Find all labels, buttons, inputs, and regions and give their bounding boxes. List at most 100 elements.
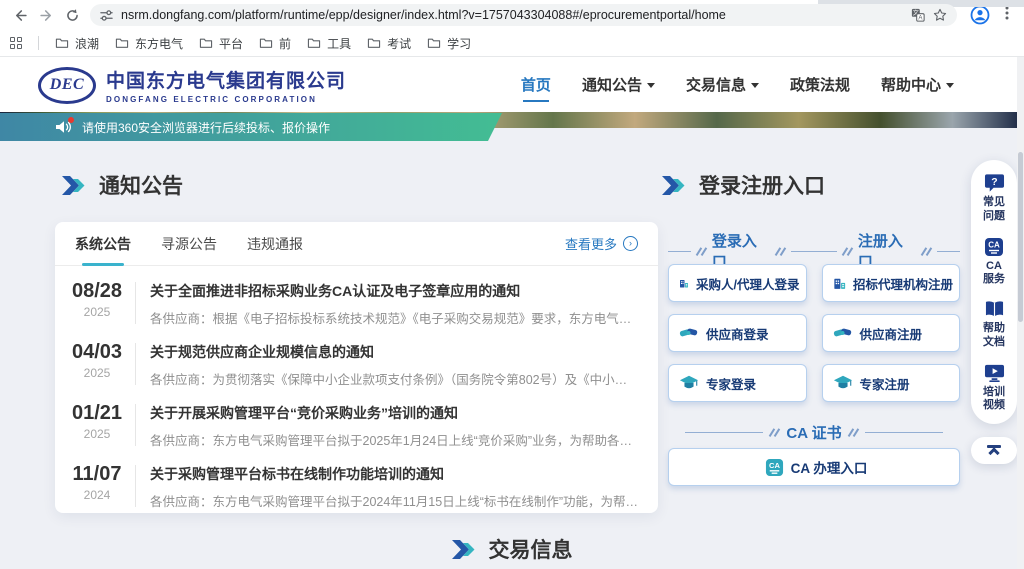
bookmark-folder-kaoshi[interactable]: 考试 <box>367 35 411 52</box>
dec-logo-icon: DEC <box>38 67 96 104</box>
notices-card: 系统公告 寻源公告 违规通报 查看更多 › 08/28 2025 关于全面推进非… <box>55 222 658 513</box>
folder-icon <box>367 37 381 49</box>
tab-system-notices[interactable]: 系统公告 <box>75 222 131 266</box>
apps-grid-icon[interactable] <box>10 37 22 49</box>
arrow-icon <box>62 176 86 195</box>
bookmark-folder-dongfang[interactable]: 东方电气 <box>115 35 183 52</box>
svg-text:CA: CA <box>988 240 1000 249</box>
bidding-agency-register-button[interactable]: 招标代理机构注册 <box>822 264 961 302</box>
notice-date: 04/03 2025 <box>69 341 125 380</box>
folder-icon <box>199 37 213 49</box>
book-icon <box>984 300 1005 319</box>
bookmarks-divider <box>38 36 39 50</box>
notice-date: 01/21 2025 <box>69 402 125 441</box>
nav-item-trade-info[interactable]: 交易信息 <box>686 57 759 112</box>
notice-date: 11/07 2024 <box>69 463 125 502</box>
list-item[interactable]: 08/28 2025 关于全面推进非招标采购业务CA认证及电子签章应用的通知 各… <box>69 271 638 332</box>
url-bar[interactable]: nsrm.dongfang.com/platform/runtime/epp/d… <box>90 4 957 26</box>
ca-service-rail-button[interactable]: CA CA 服务 <box>983 237 1005 288</box>
nav-item-home[interactable]: 首页 <box>521 57 551 112</box>
site-controls-icon[interactable] <box>100 9 113 22</box>
help-docs-rail-button[interactable]: 帮助 文档 <box>983 300 1005 350</box>
notices-tabs: 系统公告 寻源公告 违规通报 查看更多 › <box>55 222 658 266</box>
notice-title[interactable]: 关于采购管理平台标书在线制作功能培训的通知 <box>150 464 638 484</box>
alert-banner: 请使用360安全浏览器进行后续投标、报价操作 <box>0 113 502 141</box>
svg-text:?: ? <box>991 177 997 188</box>
bookmark-folder-gongju[interactable]: 工具 <box>307 35 351 52</box>
company-name-cn: 中国东方电气集团有限公司 <box>106 66 346 93</box>
notice-title[interactable]: 关于规范供应商企业规模信息的通知 <box>150 342 638 362</box>
notice-title[interactable]: 关于开展采购管理平台“竞价采购业务”培训的通知 <box>150 403 638 423</box>
expert-register-button[interactable]: 专家注册 <box>822 364 961 402</box>
ca-cert-header: CA 证书 <box>668 422 960 443</box>
folder-icon <box>259 37 273 49</box>
notice-desc: 各供应商：为贯彻落实《保障中小企业款项支付条例》（国务院令第802号）及《中小企… <box>150 369 638 388</box>
main-nav: 首页 通知公告 交易信息 政策法规 帮助中心 <box>521 57 954 112</box>
bookmark-folder-langchao[interactable]: 浪潮 <box>55 35 99 52</box>
divider <box>135 465 136 507</box>
collapse-rail-button[interactable] <box>971 437 1017 464</box>
supplier-login-button[interactable]: 供应商登录 <box>668 314 807 352</box>
nav-item-notices[interactable]: 通知公告 <box>582 57 655 112</box>
list-item[interactable]: 01/21 2025 关于开展采购管理平台“竞价采购业务”培训的通知 各供应商：… <box>69 393 638 454</box>
tab-violation-reports[interactable]: 违规通报 <box>247 222 303 266</box>
divider <box>135 404 136 446</box>
bookmark-star-icon[interactable] <box>933 8 947 22</box>
profile-button[interactable] <box>970 5 990 25</box>
notice-list: 08/28 2025 关于全面推进非招标采购业务CA认证及电子签章应用的通知 各… <box>55 266 658 515</box>
forward-button[interactable] <box>36 5 56 25</box>
site-header: DEC 中国东方电气集团有限公司 DONGFANG ELECTRIC CORPO… <box>0 57 1024 112</box>
divider <box>135 282 136 324</box>
chrome-menu-icon[interactable] <box>1000 5 1014 21</box>
bookmark-folder-pingtai[interactable]: 平台 <box>199 35 243 52</box>
notices-section-heading: 通知公告 <box>62 170 183 200</box>
url-text: nsrm.dongfang.com/platform/runtime/epp/d… <box>121 8 903 22</box>
video-monitor-icon <box>984 363 1005 383</box>
notice-desc: 各供应商：东方电气采购管理平台拟于2025年1月24日上线“竞价采购”业务，为帮… <box>150 430 638 449</box>
translate-icon[interactable]: 文A <box>911 8 925 22</box>
portal-button-grid: 采购人/代理人登录 招标代理机构注册 供应商登录 供应商注册 专家登录 专家注册 <box>668 264 960 402</box>
page-scrollbar[interactable] <box>1017 57 1024 569</box>
folder-icon <box>307 37 321 49</box>
training-videos-rail-button[interactable]: 培训 视频 <box>983 363 1005 414</box>
bookmarks-bar: 浪潮 东方电气 平台 前 工具 考试 学习 <box>0 30 1024 57</box>
graduation-cap-icon <box>679 374 699 392</box>
circle-arrow-icon: › <box>623 236 638 251</box>
view-more-link[interactable]: 查看更多 › <box>565 234 638 253</box>
building-icon <box>833 274 846 293</box>
alert-text: 请使用360安全浏览器进行后续投标、报价操作 <box>82 119 330 136</box>
list-item[interactable]: 11/07 2024 关于采购管理平台标书在线制作功能培训的通知 各供应商：东方… <box>69 454 638 515</box>
supplier-register-button[interactable]: 供应商注册 <box>822 314 961 352</box>
screen: nsrm.dongfang.com/platform/runtime/epp/d… <box>0 0 1024 569</box>
company-logo[interactable]: DEC 中国东方电气集团有限公司 DONGFANG ELECTRIC CORPO… <box>38 66 346 104</box>
ca-apply-button[interactable]: CA CA 办理入口 <box>668 448 960 486</box>
faq-rail-button[interactable]: ? 常见 问题 <box>983 173 1005 224</box>
chevron-down-icon <box>647 83 655 88</box>
tab-sourcing-notices[interactable]: 寻源公告 <box>161 222 217 266</box>
notice-date: 08/28 2025 <box>69 280 125 319</box>
folder-icon <box>55 37 69 49</box>
list-item[interactable]: 04/03 2025 关于规范供应商企业规模信息的通知 各供应商：为贯彻落实《保… <box>69 332 638 393</box>
ca-card-icon: CA <box>765 458 784 477</box>
reload-button[interactable] <box>62 5 82 25</box>
browser-toolbar: nsrm.dongfang.com/platform/runtime/epp/d… <box>0 0 1024 30</box>
divider <box>135 343 136 385</box>
trade-section-heading: 交易信息 <box>452 534 573 564</box>
notice-desc: 各供应商：根据《电子招标投标系统技术规范》《电子采购交易规范》要求，东方电气采购… <box>150 308 638 327</box>
company-name-en: DONGFANG ELECTRIC CORPORATION <box>106 95 346 104</box>
bookmark-folder-qian[interactable]: 前 <box>259 35 291 52</box>
scrollbar-thumb[interactable] <box>1018 152 1023 322</box>
nav-item-help-center[interactable]: 帮助中心 <box>881 57 954 112</box>
bookmark-folder-xuexi[interactable]: 学习 <box>427 35 471 52</box>
notice-title[interactable]: 关于全面推进非招标采购业务CA认证及电子签章应用的通知 <box>150 281 638 301</box>
expert-login-button[interactable]: 专家登录 <box>668 364 807 402</box>
chevron-down-icon <box>751 83 759 88</box>
buyer-agent-login-button[interactable]: 采购人/代理人登录 <box>668 264 807 302</box>
back-button[interactable] <box>10 5 30 25</box>
login-section-heading: 登录注册入口 <box>662 170 825 200</box>
folder-icon <box>427 37 441 49</box>
side-rail: ? 常见 问题 CA CA 服务 帮助 文档 培训 视频 <box>971 160 1017 424</box>
arrow-icon <box>662 176 686 195</box>
nav-item-policies[interactable]: 政策法规 <box>790 57 850 112</box>
handshake-icon <box>679 324 699 342</box>
